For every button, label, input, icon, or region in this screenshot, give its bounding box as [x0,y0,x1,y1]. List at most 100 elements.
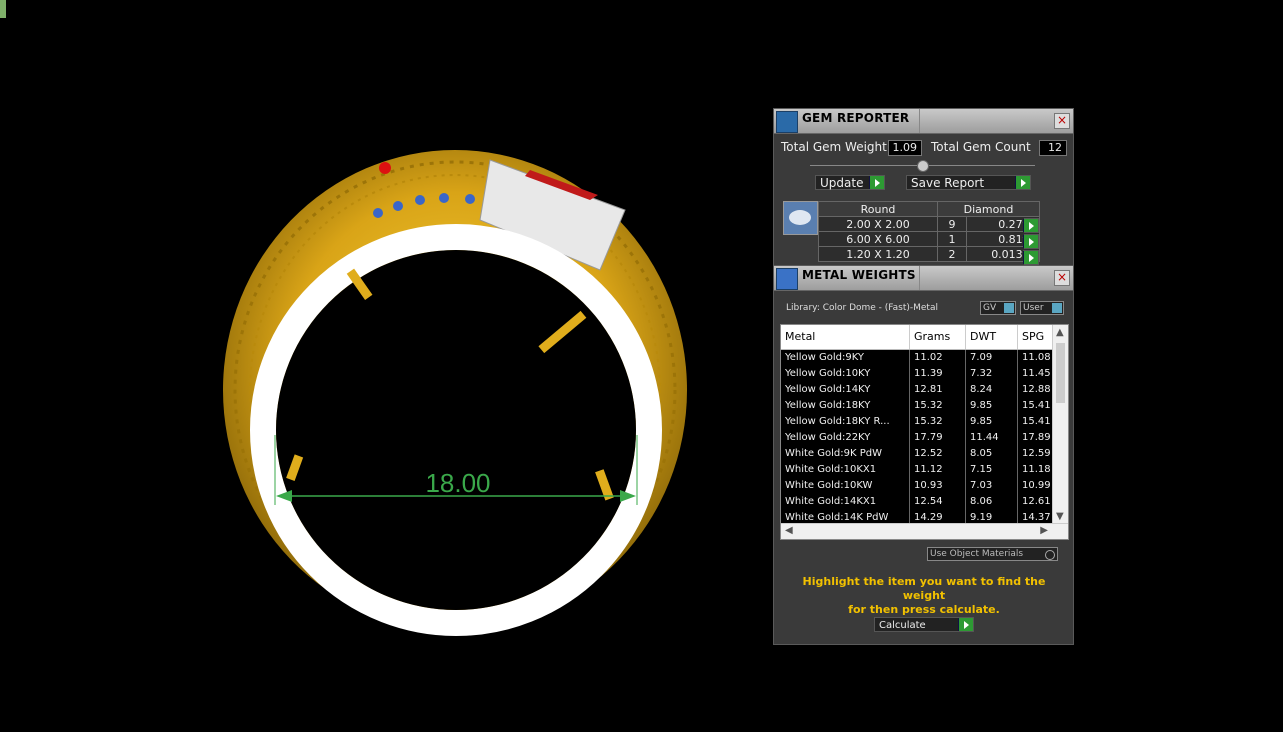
table-cell: 9.85 [966,414,1018,430]
user-toggle[interactable]: User [1020,301,1064,315]
gem-table-row[interactable]: 1.20 X 1.20 2 0.013tw [818,246,1040,262]
gem-shape-icon[interactable] [783,201,818,235]
scroll-up-icon[interactable]: ▲ [1056,327,1064,338]
metal-weights-panel: METAL WEIGHTS × Library: Color Dome - (F… [773,265,1074,645]
table-cell: White Gold:10KX1 [781,462,910,478]
row-action-button[interactable] [1023,218,1039,233]
table-cell: 7.15 [966,462,1018,478]
play-icon [1015,176,1030,189]
table-row[interactable]: Yellow Gold:18KY R... 15.32 9.85 15.41 [781,414,1058,431]
red-gem [379,162,391,174]
metal-weights-header: Metal Grams DWT SPG [781,325,1058,350]
calculate-button[interactable]: Calculate [874,617,974,632]
row-action-button[interactable] [1023,250,1039,265]
table-row[interactable]: Yellow Gold:22KY 17.79 11.44 17.89 [781,430,1058,447]
table-row[interactable]: Yellow Gold:10KY 11.39 7.32 11.45 [781,366,1058,383]
update-button[interactable]: Update [815,175,885,190]
table-cell: 15.32 [910,414,966,430]
table-cell: 8.06 [966,494,1018,510]
blue-gem [439,193,449,203]
ring-render: 18.00 [223,150,687,732]
save-report-label: Save Report [911,176,985,190]
gv-toggle[interactable]: GV [980,301,1016,315]
table-row[interactable]: White Gold:10KX1 11.12 7.15 11.18 [781,462,1058,479]
table-cell: 12.54 [910,494,966,510]
close-icon[interactable]: × [1054,270,1070,286]
scroll-left-icon[interactable]: ◀ [785,525,793,536]
table-cell: 7.32 [966,366,1018,382]
table-cell: White Gold:10KW [781,478,910,494]
table-row[interactable]: White Gold:14KX1 12.54 8.06 12.61 [781,494,1058,511]
col-dwt[interactable]: DWT [966,325,1018,349]
table-cell: 9.85 [966,398,1018,414]
table-cell: 10.93 [910,478,966,494]
table-cell: 12.52 [910,446,966,462]
gem-reporter-icon [776,111,798,133]
table-cell: Yellow Gold:18KY [781,398,910,414]
gem-reporter-panel: GEM REPORTER × Total Gem Weight 1.09 Tot… [773,108,1074,270]
gem-reporter-title: GEM REPORTER [802,111,910,125]
use-object-materials-toggle[interactable]: Use Object Materials [927,547,1058,561]
row-action-button[interactable] [1023,234,1039,249]
close-icon[interactable]: × [1054,113,1070,129]
table-cell: 17.79 [910,430,966,446]
table-cell: Yellow Gold:9KY [781,350,910,366]
slider-handle[interactable] [917,160,929,172]
horizontal-scrollbar[interactable]: ◀ ▶ [781,523,1068,539]
table-cell: 7.03 [966,478,1018,494]
vertical-scrollbar[interactable]: ▲ ▼ [1052,325,1068,524]
play-icon [869,176,884,189]
play-icon [1023,219,1038,232]
save-report-button[interactable]: Save Report [906,175,1031,190]
3d-viewport[interactable]: 18.00 [0,0,1283,732]
table-cell: 11.02 [910,350,966,366]
table-cell: 12.81 [910,382,966,398]
blue-gem [393,201,403,211]
col-grams[interactable]: Grams [910,325,966,349]
total-gem-weight-value: 1.09 [888,140,922,156]
hint-text: Highlight the item you want to find the … [802,575,1046,616]
flask-icon [776,268,798,290]
library-label: Library: Color Dome - (Fast)-Metal [786,303,938,313]
play-icon [1023,251,1038,264]
table-cell: 11.44 [966,430,1018,446]
scroll-down-icon[interactable]: ▼ [1056,511,1064,522]
table-cell: 8.24 [966,382,1018,398]
table-cell: Yellow Gold:14KY [781,382,910,398]
blue-gem [373,208,383,218]
gem-table: Round Diamond 2.00 X 2.00 9 0.27tw 6.00 … [818,201,1040,262]
table-cell: 8.05 [966,446,1018,462]
metal-weights-titlebar[interactable]: METAL WEIGHTS × [774,266,1073,291]
blue-gem [465,194,475,204]
total-gem-count-value: 12 [1039,140,1067,156]
table-row[interactable]: Yellow Gold:14KY 12.81 8.24 12.88 [781,382,1058,399]
table-row[interactable]: Yellow Gold:9KY 11.02 7.09 11.08 [781,350,1058,367]
table-cell: White Gold:14KX1 [781,494,910,510]
col-metal[interactable]: Metal [781,325,910,349]
calculate-label: Calculate [879,620,926,631]
table-cell: White Gold:9K PdW [781,446,910,462]
gem-table-col-shape: Round [818,201,938,217]
table-row[interactable]: White Gold:9K PdW 12.52 8.05 12.59 [781,446,1058,463]
play-icon [958,618,973,631]
table-row[interactable]: Yellow Gold:18KY 15.32 9.85 15.41 [781,398,1058,415]
gem-reporter-titlebar[interactable]: GEM REPORTER × [774,109,1073,134]
table-row[interactable]: White Gold:10KW 10.93 7.03 10.99 [781,478,1058,495]
gem-table-col-material: Diamond [937,201,1040,217]
scroll-right-icon[interactable]: ▶ [1040,525,1048,536]
blue-gem [415,195,425,205]
update-label: Update [820,176,864,190]
play-icon [1023,235,1038,248]
scroll-thumb[interactable] [1056,343,1065,403]
total-gem-weight-label: Total Gem Weight [781,140,887,154]
metal-weights-table[interactable]: Metal Grams DWT SPG Yellow Gold:9KY 11.02… [780,324,1069,540]
total-gem-count-label: Total Gem Count [931,140,1031,154]
table-cell: 11.12 [910,462,966,478]
table-cell: Yellow Gold:18KY R... [781,414,910,430]
table-cell: Yellow Gold:10KY [781,366,910,382]
table-cell: 11.39 [910,366,966,382]
metal-weights-title: METAL WEIGHTS [802,268,916,282]
dimension-label: 18.00 [425,468,490,498]
gem-table-row[interactable]: 6.00 X 6.00 1 0.81tw [818,231,1040,247]
gem-table-row[interactable]: 2.00 X 2.00 9 0.27tw [818,216,1040,232]
